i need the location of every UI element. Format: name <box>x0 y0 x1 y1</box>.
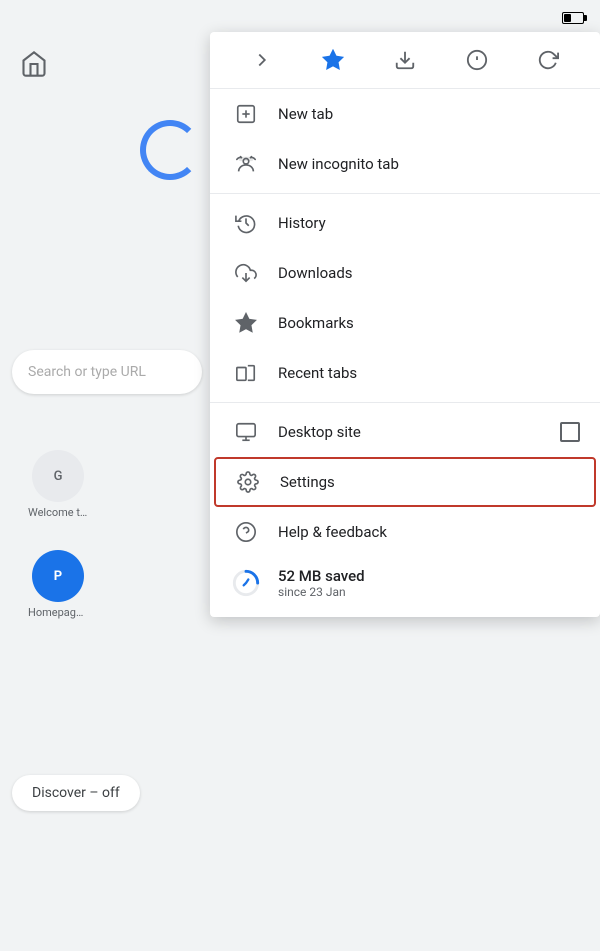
home-icon[interactable] <box>20 50 48 78</box>
chrome-logo <box>140 120 200 180</box>
downloads-label: Downloads <box>278 264 580 282</box>
help-feedback-label: Help & feedback <box>278 523 580 541</box>
settings-icon <box>232 471 264 493</box>
desktop-site-label: Desktop site <box>278 423 560 441</box>
info-icon <box>466 49 488 71</box>
downloads-icon <box>230 262 262 284</box>
search-placeholder: Search or type URL <box>28 364 158 380</box>
settings-label: Settings <box>280 473 578 491</box>
history-label: History <box>278 214 580 232</box>
home-svg <box>20 50 48 78</box>
new-tab-label: New tab <box>278 105 580 123</box>
info-button[interactable] <box>459 42 495 78</box>
saved-sub-label: since 23 Jan <box>278 585 365 599</box>
menu-settings[interactable]: Settings <box>214 457 596 507</box>
bookmark-icon <box>322 49 344 71</box>
menu-desktop-site[interactable]: Desktop site <box>210 407 600 457</box>
forward-icon <box>251 49 273 71</box>
menu-recent-tabs[interactable]: Recent tabs <box>210 348 600 398</box>
discover-button[interactable]: Discover – off <box>12 775 140 811</box>
download-button[interactable] <box>387 42 423 78</box>
desktop-site-checkbox[interactable] <box>560 422 580 442</box>
menu-new-incognito[interactable]: New incognito tab <box>210 139 600 189</box>
history-icon <box>230 212 262 234</box>
recent-tabs-label: Recent tabs <box>278 364 580 382</box>
discover-label: Discover – off <box>32 785 120 801</box>
menu-new-tab[interactable]: New tab <box>210 89 600 139</box>
bookmark-button[interactable] <box>315 42 351 78</box>
bookmarks-label: Bookmarks <box>278 314 580 332</box>
forward-button[interactable] <box>244 42 280 78</box>
shortcut-circle-1: G <box>32 450 84 502</box>
desktop-site-icon <box>230 421 262 443</box>
divider-1 <box>210 193 600 194</box>
search-bar-background[interactable]: Search or type URL <box>12 350 202 394</box>
bookmarks-icon <box>230 312 262 334</box>
recent-tabs-icon <box>230 362 262 384</box>
shortcut-label-2: Homepage ... <box>28 606 88 619</box>
menu-help-feedback[interactable]: Help & feedback <box>210 507 600 557</box>
shortcut-circle-2: P <box>32 550 84 602</box>
menu-bookmarks[interactable]: Bookmarks <box>210 298 600 348</box>
new-tab-icon <box>230 103 262 125</box>
savings-icon <box>230 569 262 597</box>
incognito-icon <box>230 153 262 175</box>
help-icon <box>230 521 262 543</box>
download-icon <box>394 49 416 71</box>
menu-history[interactable]: History <box>210 198 600 248</box>
saved-main-label: 52 MB saved <box>278 567 365 585</box>
shortcut-label-1: Welcome to... <box>28 506 88 519</box>
divider-2 <box>210 402 600 403</box>
refresh-icon <box>537 49 559 71</box>
refresh-button[interactable] <box>530 42 566 78</box>
saved-data-item: 52 MB saved since 23 Jan <box>210 557 600 609</box>
toolbar-row <box>210 32 600 89</box>
saved-text: 52 MB saved since 23 Jan <box>278 567 365 599</box>
shortcut-item-2[interactable]: P Homepage ... <box>28 550 88 619</box>
shortcut-item-1[interactable]: G Welcome to... <box>28 450 88 519</box>
new-incognito-label: New incognito tab <box>278 155 580 173</box>
dropdown-menu: New tab New incognito tab History <box>210 32 600 617</box>
menu-downloads[interactable]: Downloads <box>210 248 600 298</box>
